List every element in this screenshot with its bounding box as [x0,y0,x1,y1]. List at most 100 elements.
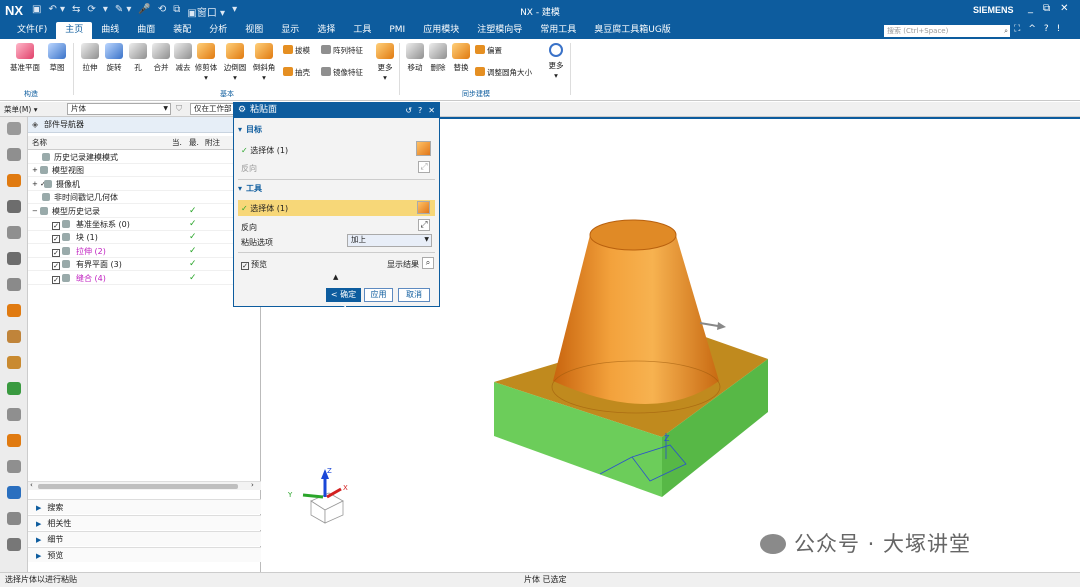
resource-bar-icon[interactable] [7,408,21,421]
scope-select[interactable]: 仅在工作部 [190,103,234,115]
column-comment[interactable]: 附注 [205,136,220,150]
tool-reverse[interactable]: 反向 [241,222,257,233]
tree-row[interactable]: + ✓ 摄像机 [28,178,261,191]
tab-8[interactable]: 选择 [308,22,344,39]
tab-4[interactable]: 装配 [164,22,200,39]
apply-button[interactable]: 应用 [364,288,393,302]
expand-arrow-icon[interactable]: ▶ [36,552,41,560]
tree-row[interactable]: ✓ 拉伸 (2) ✓ [28,245,261,258]
resource-bar-icon[interactable] [7,174,21,187]
offset-region-button[interactable]: 偏置 [475,45,502,56]
tab-1[interactable]: 主页 [56,22,93,39]
shell-button[interactable]: 抽壳 [283,67,310,78]
dropdown-arrow-icon[interactable]: ▾ [222,73,248,82]
tree-row[interactable]: 非时间戳记几何体 [28,191,261,205]
reset-icon[interactable]: ↺ [405,103,412,118]
collapse-arrow-icon[interactable]: ▲ [333,273,338,281]
resource-bar-icon[interactable] [7,512,21,525]
target-reverse[interactable]: 反向 [241,163,257,174]
column-name[interactable]: 名称 [32,136,47,150]
resource-bar-icon[interactable] [7,434,21,447]
cone-top-face[interactable] [589,219,677,251]
fullscreen-icon[interactable]: ⛶ [1014,24,1020,34]
nav-section-2[interactable]: ▶ 细节 [28,531,261,546]
tab-5[interactable]: 分析 [200,22,236,39]
resize-blend-button[interactable]: 调整圆角大小 [475,67,532,78]
help-icon[interactable]: ? [418,103,422,118]
checkbox-checked-icon[interactable]: ✓ [52,262,60,271]
expand-toggle-icon[interactable]: + [32,164,38,177]
target-select-body[interactable]: ✓ 选择体 (1) [241,145,288,156]
resource-bar-icon[interactable] [7,200,21,213]
tab-9[interactable]: 工具 [344,22,380,39]
column-current[interactable]: 当. [172,136,182,150]
scroll-left-icon[interactable]: ‹ [30,481,33,489]
tab-7[interactable]: 显示 [272,22,308,39]
checkbox-checked-icon[interactable]: ✓ [52,248,60,257]
tree-row[interactable]: ✓ 缝合 (4) ✓ [28,272,261,285]
resource-bar-icon[interactable] [7,330,21,343]
datum-plane-button[interactable]: 基准平面 [8,43,42,73]
ribbon-button-1[interactable]: 旋转 [101,43,127,73]
nav-section-1[interactable]: ▶ 相关性 [28,515,261,530]
tab-3[interactable]: 曲面 [128,22,164,39]
command-search-input[interactable]: 搜索 (Ctrl+Space) ⌕ [884,25,1010,37]
replace-face-button[interactable]: 替换 [450,43,472,73]
close-icon[interactable]: ✕ [1060,3,1068,14]
tree-row[interactable]: ✓ 基准坐标系 (0) ✓ [28,218,261,231]
ribbon-button-5[interactable]: 修剪体 ▾ [193,43,219,82]
resource-bar-icon[interactable] [7,304,21,317]
tab-10[interactable]: PMI [380,22,414,39]
tree-row[interactable]: + 模型视图 [28,164,261,178]
tab-14[interactable]: 臭豆腐工具箱UG版 [585,22,680,39]
resource-bar-icon[interactable] [7,356,21,369]
help-icon[interactable]: ? [1044,24,1049,34]
ribbon-button-7[interactable]: 倒斜角 ▾ [251,43,277,82]
resource-bar-icon[interactable] [7,278,21,291]
info-icon[interactable]: ! [1057,24,1061,34]
select-body-icon[interactable] [417,201,430,214]
ribbon-button-0[interactable]: 拉伸 [77,43,103,73]
resource-bar-icon[interactable] [7,538,21,551]
select-body-icon[interactable] [416,141,431,156]
sketch-button[interactable]: 草图 [44,43,70,73]
paste-option-select[interactable]: 加上 ▼ [347,234,432,247]
checkbox-checked-icon[interactable]: ✓ [52,235,60,244]
navigator-hscroll[interactable]: ‹ › [28,481,261,490]
type-filter-select[interactable]: 片体 ▼ [67,103,171,115]
pattern-feature-button[interactable]: 阵列特征 [321,45,363,56]
target-section-header[interactable]: ▾ 目标 [238,124,434,135]
tab-12[interactable]: 注塑模向导 [468,22,531,39]
tree-row[interactable]: ✓ 块 (1) ✓ [28,231,261,245]
mirror-feature-button[interactable]: 镜像特征 [321,67,363,78]
resource-bar-icon[interactable] [7,460,21,473]
resource-bar-icon[interactable] [7,122,21,135]
dropdown-arrow-icon[interactable]: ▾ [193,73,219,82]
dialog-titlebar[interactable]: ⚙ 粘贴面 ↺ ? ✕ [234,103,439,118]
resource-bar-icon[interactable] [7,226,21,239]
restore-icon[interactable]: ⧉ [1043,3,1050,14]
more-basic-button[interactable]: 更多 ▾ [374,43,396,82]
resource-bar-icon[interactable] [7,148,21,161]
preview-checkbox[interactable]: ✓ 预览 [241,259,267,270]
resource-bar-icon[interactable] [7,252,21,265]
tab-2[interactable]: 曲线 [92,22,128,39]
checkbox-checked-icon[interactable]: ✓ [52,275,60,284]
model-view[interactable]: Z [309,119,1080,574]
minimize-icon[interactable]: _ [1028,3,1033,14]
checkbox-checked-icon[interactable]: ✓ [241,262,249,270]
tab-13[interactable]: 常用工具 [531,22,585,39]
expand-arrow-icon[interactable]: ▶ [36,520,41,528]
reverse-direction-icon[interactable]: ⤢ [418,161,430,173]
scroll-right-icon[interactable]: › [251,481,254,489]
tree-row[interactable]: − 模型历史记录 ✓ [28,205,261,218]
more-sync-button[interactable]: 更多 ▾ [545,43,567,80]
nav-section-3[interactable]: ▶ 预览 [28,547,261,562]
nav-section-0[interactable]: ▶ 搜索 [28,499,261,514]
menu-button[interactable]: 菜单(M) ▾ [4,104,37,115]
tab-6[interactable]: 视图 [236,22,272,39]
resource-bar-icon[interactable] [7,486,21,499]
cone-body[interactable] [553,226,719,404]
expand-toggle-icon[interactable]: − [32,205,38,218]
tab-0[interactable]: 文件(F) [8,22,56,39]
